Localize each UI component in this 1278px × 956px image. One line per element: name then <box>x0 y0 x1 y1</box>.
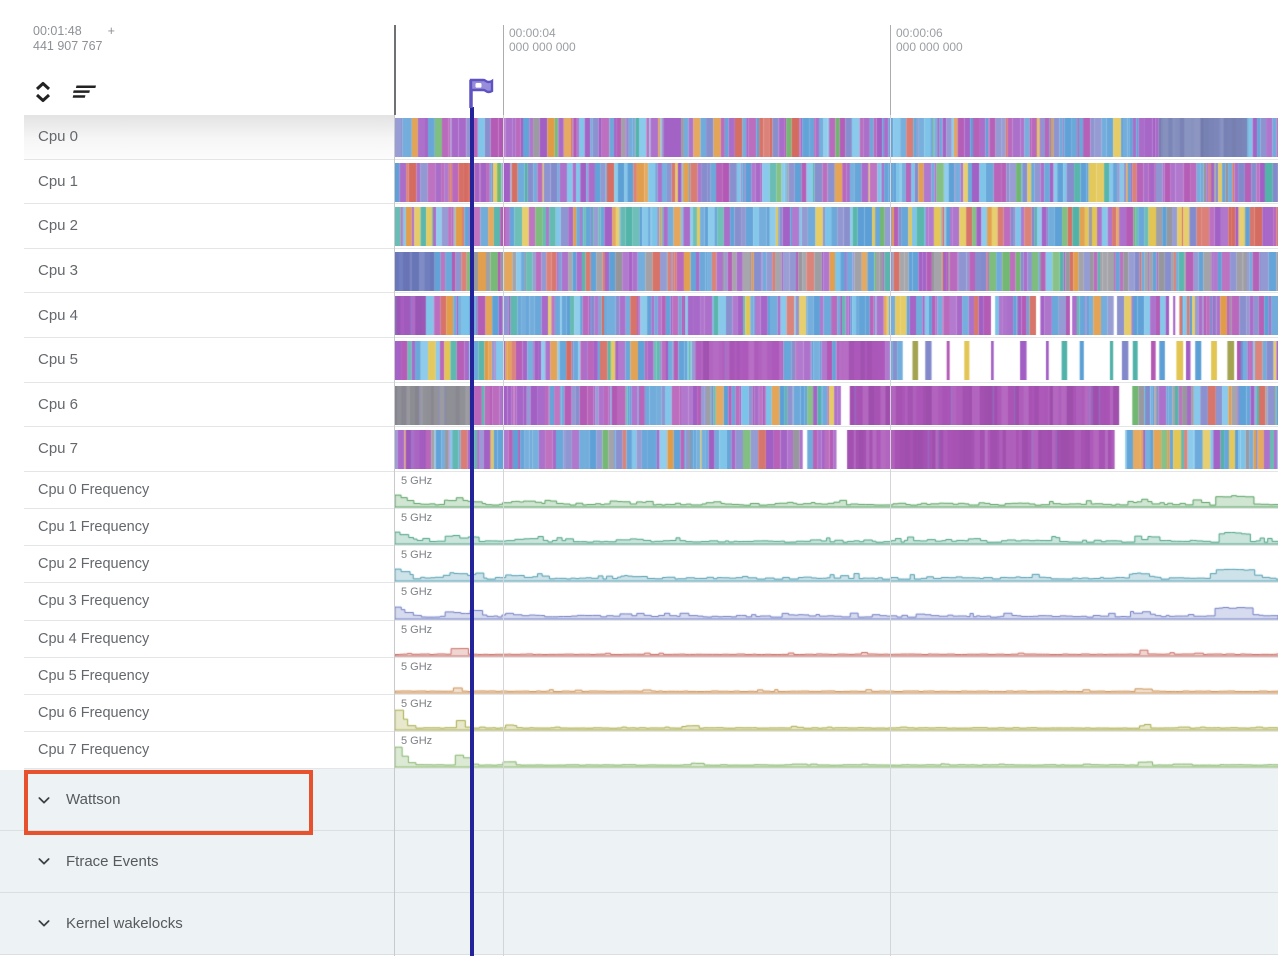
cpu-7-frequency-track-canvas[interactable] <box>395 732 1278 768</box>
cpu-0-frequency-track-canvas[interactable] <box>395 472 1278 508</box>
freq-axis-label: 5 GHz <box>401 586 432 598</box>
freq-axis-label: 5 GHz <box>401 735 432 747</box>
cpu-1-frequency-track-canvas[interactable] <box>395 509 1278 545</box>
ruler-tick <box>503 25 504 115</box>
gridline <box>503 115 504 956</box>
sort-tracks-button[interactable] <box>70 80 96 104</box>
cpu-4-frequency-track-canvas[interactable] <box>395 621 1278 657</box>
viewport-time-plus: + <box>108 24 115 38</box>
ruler-origin-tick <box>394 25 396 115</box>
track-label-cpu-4[interactable]: Cpu 4 <box>0 293 395 337</box>
gridline <box>890 115 891 956</box>
sort-icon <box>68 82 99 102</box>
track-label-cpu-0-frequency[interactable]: Cpu 0 Frequency <box>0 472 395 508</box>
track-label-cpu-3[interactable]: Cpu 3 <box>0 249 395 293</box>
viewport-time-offset: 441 907 767 <box>33 39 103 53</box>
track-label-cpu-2[interactable]: Cpu 2 <box>0 204 395 248</box>
ruler-tick <box>890 25 891 115</box>
freq-axis-label: 5 GHz <box>401 475 432 487</box>
group-header-wattson[interactable]: Wattson <box>0 769 1278 831</box>
viewport-timestamp: 00:01:48 +441 907 767 <box>33 24 115 54</box>
track-row-cpu-3-frequency: Cpu 3 Frequency 5 GHz <box>0 583 1278 620</box>
track-row-cpu-4-frequency: Cpu 4 Frequency 5 GHz <box>0 621 1278 658</box>
track-row-cpu-3: Cpu 3 <box>0 249 1278 294</box>
group-header-kernel-wakelocks[interactable]: Kernel wakelocks <box>0 893 1278 955</box>
track-row-cpu-6-frequency: Cpu 6 Frequency 5 GHz <box>0 695 1278 732</box>
track-row-cpu-4: Cpu 4 <box>0 293 1278 338</box>
timeline-header: 00:01:48 +441 907 767 00:00:04000 000 000… <box>0 0 1278 115</box>
cpu-7-sched-track-canvas[interactable] <box>395 430 1278 469</box>
viewport-time: 00:01:48 <box>33 24 82 38</box>
track-label-cpu-6-frequency[interactable]: Cpu 6 Frequency <box>0 695 395 731</box>
unfold-more-icon <box>33 80 53 104</box>
track-row-cpu-2: Cpu 2 <box>0 204 1278 249</box>
track-row-cpu-0: Cpu 0 <box>0 115 1278 160</box>
flag-marker-icon[interactable] <box>466 76 496 115</box>
cpu-6-sched-track-canvas[interactable] <box>395 386 1278 425</box>
track-row-cpu-6: Cpu 6 <box>0 383 1278 428</box>
track-label-cpu-1-frequency[interactable]: Cpu 1 Frequency <box>0 509 395 545</box>
track-row-cpu-2-frequency: Cpu 2 Frequency 5 GHz <box>0 546 1278 583</box>
track-label-cpu-3-frequency[interactable]: Cpu 3 Frequency <box>0 583 395 619</box>
freq-axis-label: 5 GHz <box>401 698 432 710</box>
track-row-cpu-1-frequency: Cpu 1 Frequency 5 GHz <box>0 509 1278 546</box>
track-label-cpu-7-frequency[interactable]: Cpu 7 Frequency <box>0 732 395 768</box>
freq-axis-label: 5 GHz <box>401 512 432 524</box>
track-label-cpu-1[interactable]: Cpu 1 <box>0 160 395 204</box>
left-margin-mask <box>0 115 24 770</box>
cpu-5-sched-track-canvas[interactable] <box>395 341 1278 380</box>
expand-collapse-tracks-button[interactable] <box>30 80 56 104</box>
cpu-3-sched-track-canvas[interactable] <box>395 252 1278 291</box>
cpu-3-frequency-track-canvas[interactable] <box>395 584 1278 620</box>
track-row-cpu-5: Cpu 5 <box>0 338 1278 383</box>
track-row-cpu-5-frequency: Cpu 5 Frequency 5 GHz <box>0 658 1278 695</box>
group-label-kernel-wakelocks: Kernel wakelocks <box>0 893 395 954</box>
freq-axis-label: 5 GHz <box>401 549 432 561</box>
group-header-ftrace-events[interactable]: Ftrace Events <box>0 831 1278 893</box>
cpu-5-frequency-track-canvas[interactable] <box>395 658 1278 694</box>
gridline <box>394 115 395 956</box>
track-label-cpu-6[interactable]: Cpu 6 <box>0 383 395 427</box>
freq-axis-label: 5 GHz <box>401 661 432 673</box>
freq-axis-label: 5 GHz <box>401 624 432 636</box>
cpu-2-sched-track-canvas[interactable] <box>395 207 1278 246</box>
track-label-cpu-5-frequency[interactable]: Cpu 5 Frequency <box>0 658 395 694</box>
track-row-cpu-1: Cpu 1 <box>0 160 1278 205</box>
perfetto-timeline-view: 00:01:48 +441 907 767 00:00:04000 000 000… <box>0 0 1278 956</box>
track-label-cpu-0[interactable]: Cpu 0 <box>0 115 395 159</box>
track-label-cpu-2-frequency[interactable]: Cpu 2 Frequency <box>0 546 395 582</box>
ruler-tick-label: 00:00:06000 000 000 <box>896 26 963 54</box>
track-row-cpu-0-frequency: Cpu 0 Frequency 5 GHz <box>0 472 1278 509</box>
cpu-6-frequency-track-canvas[interactable] <box>395 695 1278 731</box>
flag-marker-line[interactable] <box>470 107 474 956</box>
cpu-2-frequency-track-canvas[interactable] <box>395 546 1278 582</box>
track-label-cpu-4-frequency[interactable]: Cpu 4 Frequency <box>0 621 395 657</box>
cpu-4-sched-track-canvas[interactable] <box>395 296 1278 335</box>
track-row-cpu-7-frequency: Cpu 7 Frequency 5 GHz <box>0 732 1278 769</box>
group-label-wattson: Wattson <box>0 769 395 830</box>
group-label-ftrace-events: Ftrace Events <box>0 831 395 892</box>
track-label-cpu-7[interactable]: Cpu 7 <box>0 427 395 471</box>
track-row-cpu-7: Cpu 7 <box>0 427 1278 472</box>
track-label-cpu-5[interactable]: Cpu 5 <box>0 338 395 382</box>
cpu-1-sched-track-canvas[interactable] <box>395 163 1278 202</box>
ruler-tick-label: 00:00:04000 000 000 <box>509 26 576 54</box>
cpu-0-sched-track-canvas[interactable] <box>395 118 1278 157</box>
